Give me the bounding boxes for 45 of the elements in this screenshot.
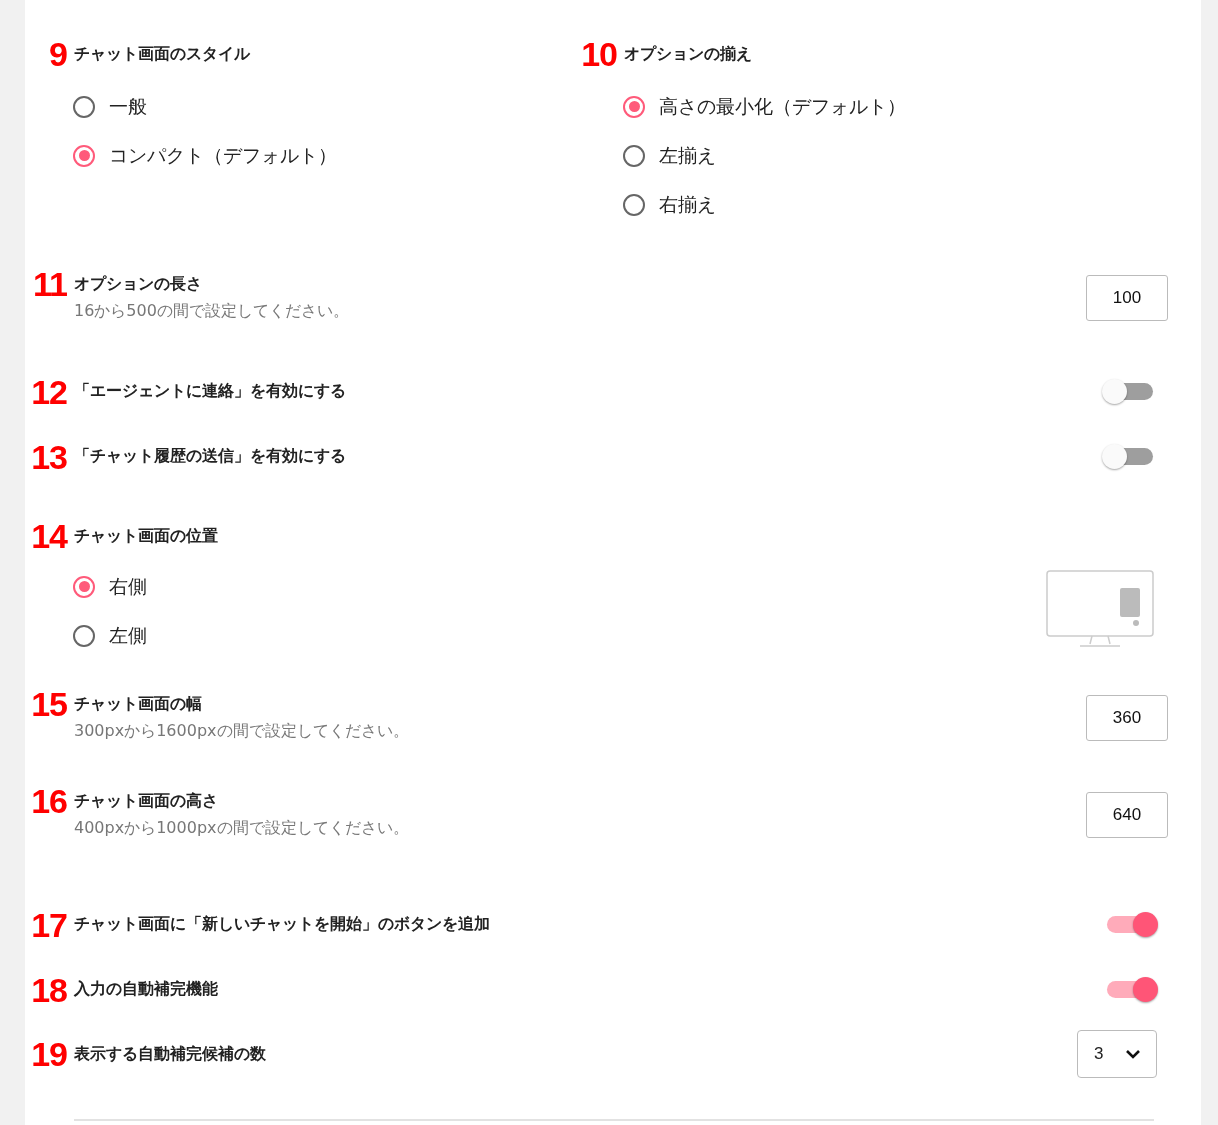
setting-description: 400pxから1000pxの間で設定してください。 [73, 818, 409, 839]
step-number: 12 [30, 377, 67, 406]
setting-title: チャット画面の位置 [74, 525, 218, 547]
count-dropdown[interactable]: 3 [1077, 1030, 1157, 1078]
radio-button[interactable] [73, 95, 95, 118]
setting-description: 16から500の間で設定してください。 [73, 301, 349, 322]
step-number: 13 [30, 442, 67, 471]
step-number: 10 [580, 40, 617, 68]
setting-title: 「チャット履歴の送信」を有効にする [74, 446, 346, 467]
number-field[interactable]: 100 [1086, 275, 1168, 321]
setting-description: 300pxから1600pxの間で設定してください。 [73, 721, 409, 742]
step-number: 18 [30, 975, 67, 1004]
option-label: 一般 [109, 93, 147, 119]
option-label: 左揃え [659, 142, 716, 168]
number-field[interactable]: 360 [1086, 695, 1168, 741]
option-label: 高さの最小化（デフォルト） [659, 93, 906, 119]
step-number: 16 [30, 787, 67, 815]
setting-title: 入力の自動補完機能 [74, 979, 218, 1000]
setting-title: 表示する自動補完候補の数 [74, 1043, 266, 1065]
radio-button[interactable] [73, 144, 95, 167]
radio-button[interactable] [623, 144, 645, 167]
step-number: 19 [30, 1040, 67, 1068]
section-title: チャット画面のスタイル [74, 43, 250, 65]
number-field[interactable]: 640 [1086, 792, 1168, 838]
radio-button[interactable] [73, 575, 95, 598]
step-number: 9 [48, 40, 67, 68]
step-number: 15 [30, 690, 67, 718]
setting-title: チャット画面の幅 [74, 693, 202, 715]
radio-button[interactable] [73, 624, 95, 647]
setting-title: オプションの長さ [74, 273, 202, 295]
step-number: 14 [30, 522, 67, 550]
setting-title: 「エージェントに連絡」を有効にする [74, 381, 346, 402]
chevron-down-icon [1125, 1049, 1141, 1059]
step-number: 11 [32, 270, 67, 298]
setting-title: チャット画面の高さ [74, 790, 218, 812]
radio-button[interactable] [623, 95, 645, 118]
option-label: コンパクト（デフォルト） [109, 142, 337, 168]
section-title: オプションの揃え [624, 43, 752, 65]
option-label: 右側 [109, 573, 147, 599]
setting-title: チャット画面に「新しいチャットを開始」のボタンを追加 [74, 914, 490, 935]
step-number: 17 [30, 910, 67, 939]
option-label: 左側 [109, 622, 147, 648]
radio-button[interactable] [623, 193, 645, 216]
monitor-preview-icon [1046, 570, 1154, 648]
option-label: 右揃え [659, 191, 716, 217]
